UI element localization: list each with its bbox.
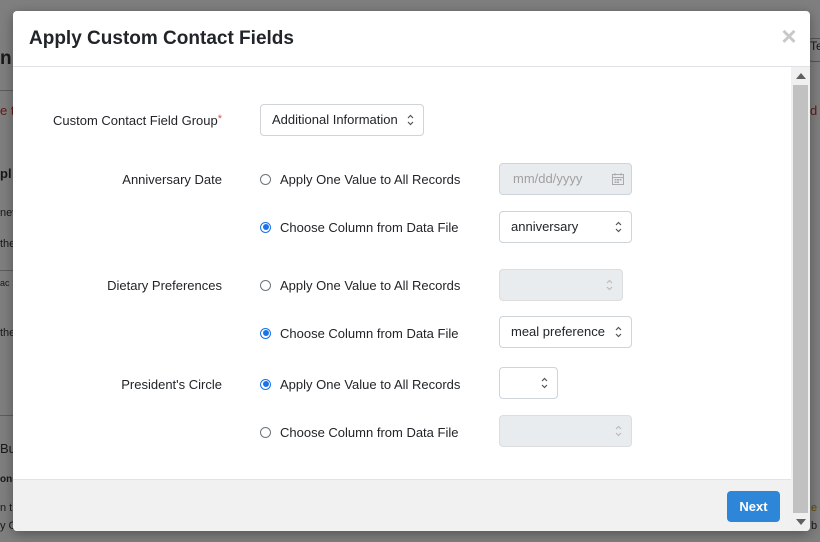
column-select-value: meal preference <box>511 324 605 339</box>
dietary-value-select <box>499 269 623 301</box>
field-group-label-text: Custom Contact Field Group <box>52 113 218 128</box>
column-select-value: anniversary <box>511 219 579 234</box>
scroll-thumb[interactable] <box>793 85 808 513</box>
chevron-updown-icon <box>541 377 548 389</box>
date-placeholder: mm/dd/yyyy <box>513 171 583 186</box>
calendar-icon <box>612 173 624 185</box>
dialog-body: Custom Contact Field Group* Additional I… <box>13 67 791 479</box>
radio-label: Choose Column from Data File <box>280 424 459 440</box>
chevron-updown-icon <box>615 221 622 233</box>
chevron-updown-icon <box>615 425 622 437</box>
anniversary-column-select[interactable]: anniversary <box>499 211 632 243</box>
radio-label: Apply One Value to All Records <box>280 171 461 187</box>
radio-button[interactable] <box>260 426 271 438</box>
next-button[interactable]: Next <box>727 491 780 522</box>
dietary-column-select[interactable]: meal preference <box>499 316 632 348</box>
radio-label: Apply One Value to All Records <box>280 376 461 392</box>
radio-button-checked[interactable] <box>260 221 271 233</box>
required-mark: * <box>217 113 222 125</box>
anniversary-date-input: mm/dd/yyyy <box>499 163 632 195</box>
chevron-updown-icon <box>606 279 613 291</box>
radio-button-checked[interactable] <box>260 327 271 339</box>
scroll-up-arrow-icon[interactable] <box>796 73 806 79</box>
dialog-title: Apply Custom Contact Fields <box>29 28 294 49</box>
presidents-one-value-option[interactable]: Apply One Value to All Records <box>260 374 460 394</box>
field-group-label: Custom Contact Field Group* <box>53 113 222 128</box>
presidents-column-option[interactable]: Choose Column from Data File <box>260 422 458 442</box>
dialog-footer: Next <box>13 479 791 531</box>
anniversary-one-value-option[interactable]: Apply One Value to All Records <box>260 169 460 189</box>
presidents-column-select <box>499 415 632 447</box>
vertical-scrollbar[interactable] <box>791 67 810 531</box>
anniversary-date-label: Anniversary Date <box>122 172 222 187</box>
presidents-circle-label: President's Circle <box>121 377 222 392</box>
field-group-select[interactable]: Additional Information <box>260 104 424 136</box>
chevron-updown-icon <box>615 326 622 338</box>
dietary-preferences-label: Dietary Preferences <box>107 278 222 293</box>
scroll-down-arrow-icon[interactable] <box>796 519 806 525</box>
dietary-one-value-option[interactable]: Apply One Value to All Records <box>260 275 460 295</box>
dialog-header: Apply Custom Contact Fields × <box>13 11 810 67</box>
radio-label: Choose Column from Data File <box>280 219 459 235</box>
chevron-updown-icon <box>407 114 414 126</box>
custom-fields-dialog: Apply Custom Contact Fields × Custom Con… <box>13 11 810 531</box>
radio-label: Choose Column from Data File <box>280 325 459 341</box>
radio-label: Apply One Value to All Records <box>280 277 461 293</box>
field-group-select-value: Additional Information <box>272 112 398 127</box>
presidents-value-select[interactable] <box>499 367 558 399</box>
radio-button[interactable] <box>260 173 271 185</box>
anniversary-column-option[interactable]: Choose Column from Data File <box>260 217 458 237</box>
dietary-column-option[interactable]: Choose Column from Data File <box>260 323 458 343</box>
close-icon[interactable]: × <box>778 23 800 49</box>
radio-button-checked[interactable] <box>260 378 271 390</box>
radio-button[interactable] <box>260 279 271 291</box>
